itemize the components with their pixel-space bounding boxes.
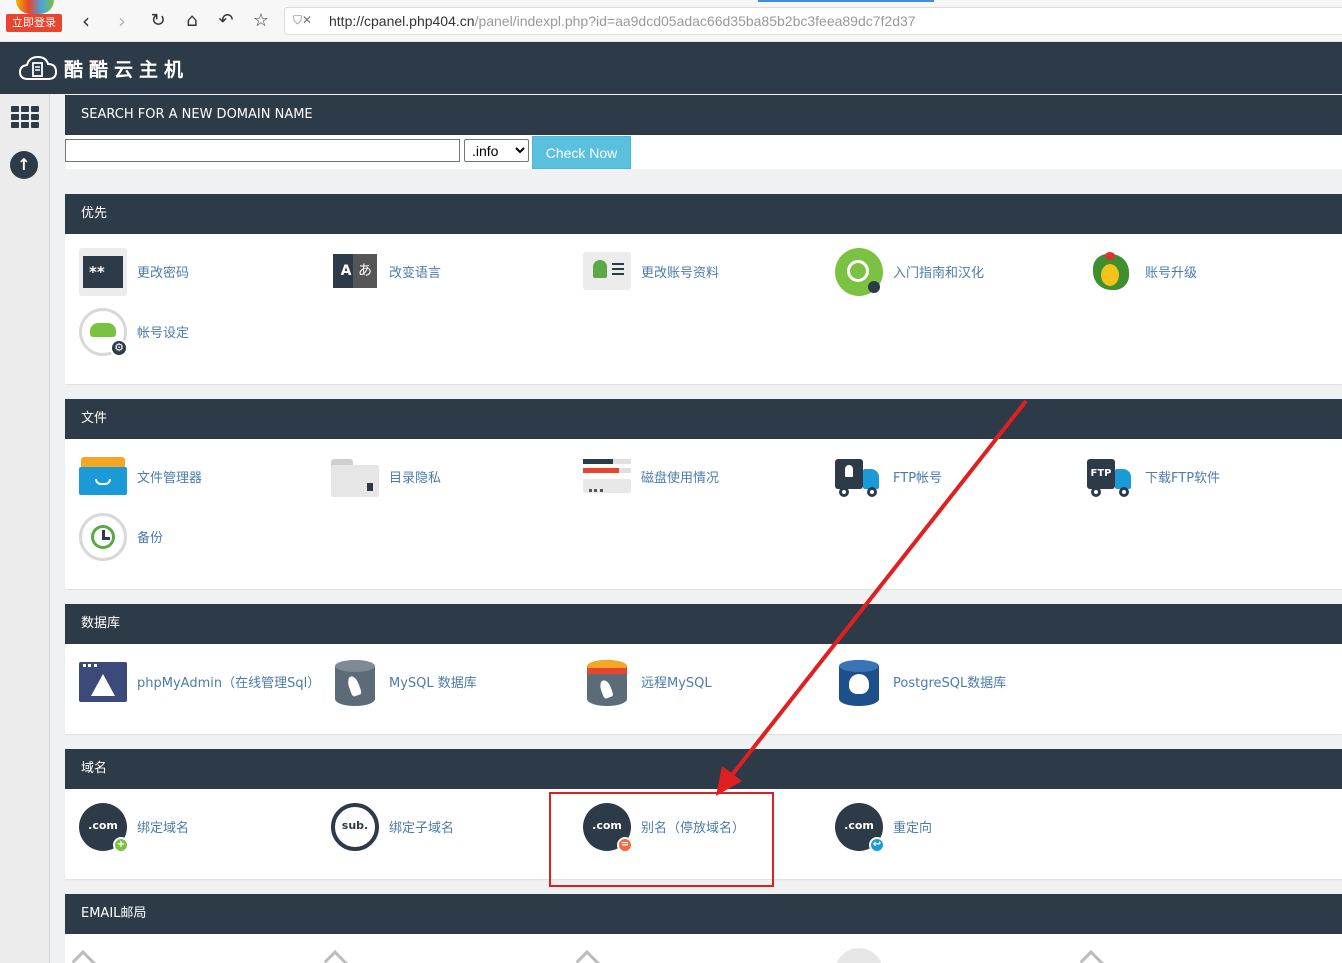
- subdomains-item[interactable]: sub. 绑定子域名: [317, 801, 569, 853]
- left-sidebar: ↑: [0, 94, 50, 963]
- group-title: 域名: [65, 749, 1342, 789]
- language-icon: A あ: [331, 248, 379, 296]
- item-label: 入门指南和汉化: [893, 266, 985, 281]
- address-bar[interactable]: ⛉✕ http://cpanel.php404.cn/panel/indexpl…: [284, 7, 1342, 35]
- browser-logo-icon: [16, 0, 54, 14]
- locked-folder-icon: [331, 453, 379, 501]
- upload-icon[interactable]: ↑: [10, 151, 38, 179]
- postgresql-icon: [835, 658, 883, 706]
- domain-search-panel: SEARCH FOR A NEW DOMAIN NAME .info Check…: [65, 95, 1342, 169]
- tab-indicator: [758, 0, 934, 2]
- change-language-item[interactable]: A あ 改变语言: [317, 246, 569, 298]
- panel-title: SEARCH FOR A NEW DOMAIN NAME: [65, 95, 1342, 135]
- item-label: FTP帐号: [893, 471, 943, 486]
- item-label: PostgreSQL数据库: [893, 676, 1007, 691]
- getting-started-item[interactable]: 入门指南和汉化: [821, 246, 1073, 298]
- undo-icon[interactable]: ↶: [214, 9, 238, 33]
- backup-item[interactable]: 备份: [65, 511, 317, 563]
- dragon-mascot-icon: [1087, 248, 1135, 296]
- dotcom-add-icon: .com +: [79, 803, 129, 853]
- group-title: 文件: [65, 399, 1342, 439]
- subdomain-icon: sub.: [331, 803, 379, 851]
- app-header: 酷酷云主机: [0, 42, 1342, 94]
- item-label: 账号升级: [1145, 266, 1198, 281]
- change-password-item[interactable]: ** 更改密码: [65, 246, 317, 298]
- search-row: .info Check Now: [65, 135, 1342, 169]
- file-manager-item[interactable]: 文件管理器: [65, 451, 317, 503]
- remote-mysql-item[interactable]: 远程MySQL: [569, 656, 821, 708]
- item-label: 帐号设定: [137, 326, 190, 341]
- group-title: EMAIL邮局: [65, 894, 1342, 934]
- directory-privacy-item[interactable]: 目录隐私: [317, 451, 569, 503]
- file-cabinet-icon: [79, 453, 127, 501]
- disk-usage-icon: [583, 453, 631, 501]
- group-title: 数据库: [65, 604, 1342, 644]
- url-text: http://cpanel.php404.cn/panel/indexpl.ph…: [329, 13, 916, 29]
- user-settings-icon: ⚙: [79, 308, 128, 357]
- ftp-accounts-item[interactable]: FTP帐号: [821, 451, 1073, 503]
- item-label: 远程MySQL: [641, 676, 712, 691]
- item-label: 磁盘使用情况: [641, 471, 720, 486]
- priority-group: 优先 ** 更改密码 A あ 改变语言 更改账号资料 入门指南和汉化 账号升级 …: [65, 194, 1342, 384]
- item-label: 更改密码: [137, 266, 190, 281]
- database-group: 数据库 phpMyAdmin（在线管理Sql） MySQL 数据库 远程MySQ…: [65, 604, 1342, 734]
- backup-clock-icon: [79, 513, 127, 561]
- email-icon: [835, 948, 883, 963]
- addon-domains-item[interactable]: .com + 绑定域名: [65, 801, 317, 853]
- item-label: 绑定子域名: [389, 821, 455, 836]
- item-label: 目录隐私: [389, 471, 442, 486]
- ftp-truck-icon: [835, 453, 883, 501]
- back-icon[interactable]: ‹: [74, 9, 98, 33]
- email-icon: [71, 950, 112, 963]
- item-label: 绑定域名: [137, 821, 190, 836]
- item-label: 文件管理器: [137, 471, 203, 486]
- item-label: 备份: [137, 531, 164, 546]
- reload-icon[interactable]: ↻: [146, 9, 170, 33]
- check-now-button[interactable]: Check Now: [532, 136, 631, 169]
- phpmyadmin-item[interactable]: phpMyAdmin（在线管理Sql）: [65, 656, 325, 708]
- remote-mysql-icon: [583, 658, 631, 706]
- postgresql-databases-item[interactable]: PostgreSQL数据库: [821, 656, 1073, 708]
- mysql-databases-item[interactable]: MySQL 数据库: [317, 656, 569, 708]
- mysql-database-icon: [331, 658, 379, 706]
- email-icon: [575, 950, 616, 963]
- item-label: 改变语言: [389, 266, 442, 281]
- brand-name[interactable]: 酷酷云主机: [64, 55, 189, 82]
- getting-started-icon: [835, 248, 883, 296]
- files-group: 文件 文件管理器 目录隐私 磁盘使用情况 FTP帐号 FTP 下载FTP软件 备…: [65, 399, 1342, 589]
- highlight-box: [549, 792, 774, 887]
- home-icon[interactable]: ⌂: [180, 9, 204, 33]
- domain-search-input[interactable]: [65, 139, 460, 162]
- cloud-server-icon: [18, 55, 58, 80]
- password-icon: **: [79, 248, 127, 296]
- change-account-info-item[interactable]: 更改账号资料: [569, 246, 821, 298]
- contact-card-icon: [583, 248, 631, 296]
- bookmark-star-icon[interactable]: ☆: [249, 9, 273, 33]
- ftp-download-icon: FTP: [1087, 453, 1135, 501]
- login-button[interactable]: 立即登录: [6, 14, 62, 32]
- item-label: 重定向: [893, 821, 933, 836]
- phpmyadmin-icon: [79, 658, 127, 706]
- redirects-item[interactable]: .com ↩ 重定向: [821, 801, 1073, 853]
- item-label: MySQL 数据库: [389, 676, 477, 691]
- disk-usage-item[interactable]: 磁盘使用情况: [569, 451, 821, 503]
- browser-toolbar: 立即登录 ‹ › ↻ ⌂ ↶ ☆ ⛉✕ http://cpanel.php404…: [0, 0, 1342, 42]
- item-label: phpMyAdmin（在线管理Sql）: [137, 676, 321, 691]
- account-settings-item[interactable]: ⚙ 帐号设定: [65, 306, 317, 358]
- item-label: 更改账号资料: [641, 266, 720, 281]
- download-ftp-software-item[interactable]: FTP 下载FTP软件: [1073, 451, 1325, 503]
- forward-icon[interactable]: ›: [110, 9, 134, 33]
- dotcom-redirect-icon: .com ↩: [835, 803, 885, 853]
- item-label: 下载FTP软件: [1145, 471, 1221, 486]
- security-shield-icon: ⛉✕: [293, 13, 313, 27]
- email-icon: [1079, 950, 1120, 963]
- account-upgrade-item[interactable]: 账号升级: [1073, 246, 1325, 298]
- apps-grid-icon[interactable]: [11, 106, 39, 128]
- email-group: EMAIL邮局: [65, 894, 1342, 963]
- group-title: 优先: [65, 194, 1342, 234]
- email-icon: [323, 950, 364, 963]
- tld-select[interactable]: .info: [464, 139, 529, 162]
